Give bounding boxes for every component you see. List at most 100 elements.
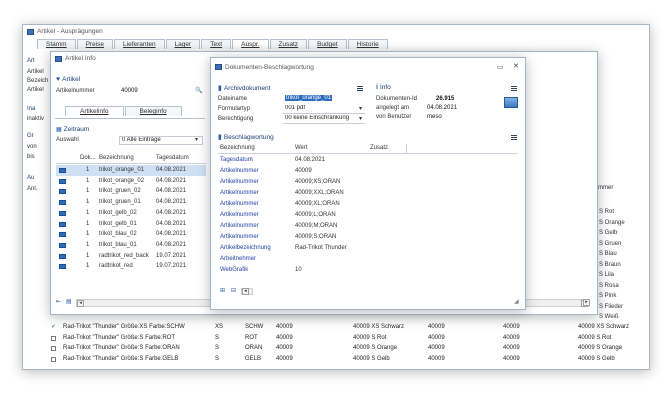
berechtigung-chevron-down-icon[interactable]: ▾ [359,115,362,122]
auswahl-select[interactable]: 0 Alle Einträge [119,136,203,145]
besch-row-bezeichnung[interactable]: Artikelnummer [220,179,259,185]
artikelinfo-row[interactable]: 1 radtrikot_red 19.07.2021 [56,261,206,272]
row-dok: 1 [86,241,90,248]
bottom-cell-n3: 40009 [503,324,520,330]
scroll-right-edge-icon[interactable]: ▸ [583,299,590,306]
main-tab[interactable]: Zusatz [269,39,308,49]
dialog-close-icon[interactable]: ✕ [513,62,519,70]
bottom-table-row[interactable]: Rad-Trikot "Thunder" Größe:S Farbe:GELB S… [23,355,649,364]
document-row-icon[interactable] [59,168,66,173]
artikelinfo-row[interactable]: 1 trikot_gruen_01 04.08.2021 [56,197,206,208]
main-tab[interactable]: Text [201,39,232,49]
document-row-icon[interactable] [59,210,66,216]
col-dok[interactable]: Dok... [80,155,96,161]
info-menu-icon[interactable] [511,86,517,91]
expand-icon[interactable]: ⊞ [220,287,225,294]
scroll-left-icon[interactable]: ◂ [77,300,84,307]
artikelinfo-row[interactable]: 1 trikot_gruen_02 04.08.2021 [56,186,206,197]
row-checkbox[interactable] [51,335,56,341]
besch-row[interactable]: Artikelnummer 40009;XXL;ORAN [218,188,518,199]
main-tab[interactable]: Auspr. [232,39,269,49]
main-left-label: Art [27,58,35,64]
document-row-icon[interactable] [59,264,66,270]
zeitraum-label: Zeitraum [63,126,90,133]
formulartyp-select[interactable]: 001 pdf [283,105,365,114]
besch-col-wert[interactable]: Wert [295,145,308,151]
artikelinfo-row[interactable]: 1 trikot_gelb_02 04.08.2021 [56,208,206,219]
berechtigung-select[interactable]: 00 keine Einschränkung [283,115,365,124]
artikelinfo-row[interactable]: 1 trikot_blau_01 04.08.2021 [56,240,206,251]
artikelnummer-search-icon[interactable]: 🔍 [195,87,202,94]
main-tab[interactable]: Preise [76,39,114,49]
tab-artikelinfo[interactable]: Artikelinfo [65,106,124,116]
formulartyp-chevron-down-icon[interactable]: ▾ [359,105,362,112]
dialog-maximize-icon[interactable]: ▭ [497,63,504,71]
besch-row-bezeichnung[interactable]: Tagesdatum [220,157,253,163]
besch-row-bezeichnung[interactable]: Arbeitnehmer [220,256,256,262]
besch-row-bezeichnung[interactable]: Artikelbezeichnung [220,245,271,251]
bottom-cell-n2: 40009 [428,355,445,362]
col-bezeichnung[interactable]: Bezeichnung [99,155,134,161]
besch-row[interactable]: Artikelbezeichnung Rad-Trikot Thunder [218,243,518,254]
row-checkbox[interactable] [51,346,56,351]
besch-col-zusatz[interactable]: Zusatz [370,145,388,151]
grid-icon[interactable]: ▤ [66,298,72,305]
bottom-table-row[interactable]: Rad-Trikot "Thunder" Größe:S Farbe:ROT S R… [23,334,649,343]
collapse-icon[interactable]: ⊟ [231,287,236,294]
besch-row[interactable]: Artikelnummer 40009;M;ORAN [218,221,518,232]
preview-thumbnail-icon[interactable] [504,97,518,108]
artikelinfo-row[interactable]: 1 radtrikot_red_back 19.07.2021 [56,251,206,262]
besch-row[interactable]: Artikelnummer 40009;XL;ORAN [218,199,518,210]
besch-row[interactable]: Artikelnummer 40009;S;ORAN [218,232,518,243]
besch-row-bezeichnung[interactable]: Artikelnummer [220,223,259,229]
bottom-table-row[interactable]: ✓ Rad-Trikot "Thunder" Größe:XS Farbe:SCH… [23,323,649,332]
document-row-icon[interactable] [59,232,66,238]
document-row-icon[interactable] [59,189,66,195]
row-checkbox[interactable] [51,356,56,362]
pin-icon[interactable]: ⇤ [56,298,61,305]
tab-beleginfo[interactable]: Beleginfo [124,106,182,116]
main-titlebar: Artikel - Ausprägungen [23,25,649,38]
besch-row[interactable]: Artikelnummer 40009;XS;ORAN [218,177,518,188]
artikelinfo-row[interactable]: 1 trikot_orange_01 04.08.2021 [56,165,206,176]
artikelinfo-row[interactable]: 1 trikot_gelb_01 04.08.2021 [56,219,206,230]
document-row-icon[interactable] [59,242,66,248]
artikelinfo-row[interactable]: 1 trikot_blau_02 04.08.2021 [56,229,206,240]
besch-row-bezeichnung[interactable]: Artikelnummer [220,201,259,207]
besch-row[interactable]: Artikelnummer 40009 [218,166,518,177]
besch-row-bezeichnung[interactable]: Artikelnummer [220,234,259,240]
besch-row[interactable]: Artikelnummer 40009;L;ORAN [218,210,518,221]
berechtigung-value: 00 keine Einschränkung [285,115,350,121]
document-row-icon[interactable] [59,253,66,259]
besch-hscrollbar[interactable]: ◂ [241,288,253,295]
besch-row-bezeichnung[interactable]: Artikelnummer [220,212,259,218]
resize-grip-icon[interactable]: ◢ [514,298,519,305]
main-tab[interactable]: Budget [308,39,347,49]
col-tagesdatum[interactable]: Tagesdatum [156,155,189,161]
auswahl-chevron-down-icon[interactable]: ▾ [195,136,198,143]
artikelnummer-value[interactable]: 40009 [121,88,138,94]
main-tab[interactable]: Lieferanten [114,39,165,49]
besch-row-bezeichnung[interactable]: Artikelnummer [220,190,259,196]
besch-row-bezeichnung[interactable]: Artikelnummer [220,168,259,174]
document-row-icon[interactable] [59,200,66,206]
main-tab[interactable]: Stamm [37,39,76,49]
main-tab[interactable]: Lager [165,39,201,49]
besch-row[interactable]: Arbeitnehmer [218,254,518,265]
besch-row-bezeichnung[interactable]: WebGrafik [220,267,248,273]
artikelinfo-row[interactable]: 1 trikot_orange_02 04.08.2021 [56,176,206,187]
besch-menu-icon[interactable] [511,135,517,140]
row-checkbox[interactable]: ✓ [51,324,56,330]
besch-row[interactable]: WebGrafik 10 [218,265,518,276]
besch-row[interactable]: Tagesdatum 04.08.2021 [218,155,518,166]
archiv-menu-icon[interactable] [357,86,363,91]
document-row-icon[interactable] [59,178,66,184]
bottom-table-row[interactable]: Rad-Trikot "Thunder" Größe:S Farbe:ORAN S… [23,344,649,353]
artikelinfo-app-icon [55,55,62,62]
main-tab[interactable]: Historie [347,39,388,49]
besch-col-bezeichnung[interactable]: Bezeichnung [220,145,255,151]
besch-scroll-left-icon[interactable]: ◂ [242,288,249,295]
bottom-cell-desc: 40009 XS Schwarz [353,324,405,330]
document-row-icon[interactable] [59,221,66,227]
dateiname-input[interactable]: trikot_orange_01 [283,95,363,104]
